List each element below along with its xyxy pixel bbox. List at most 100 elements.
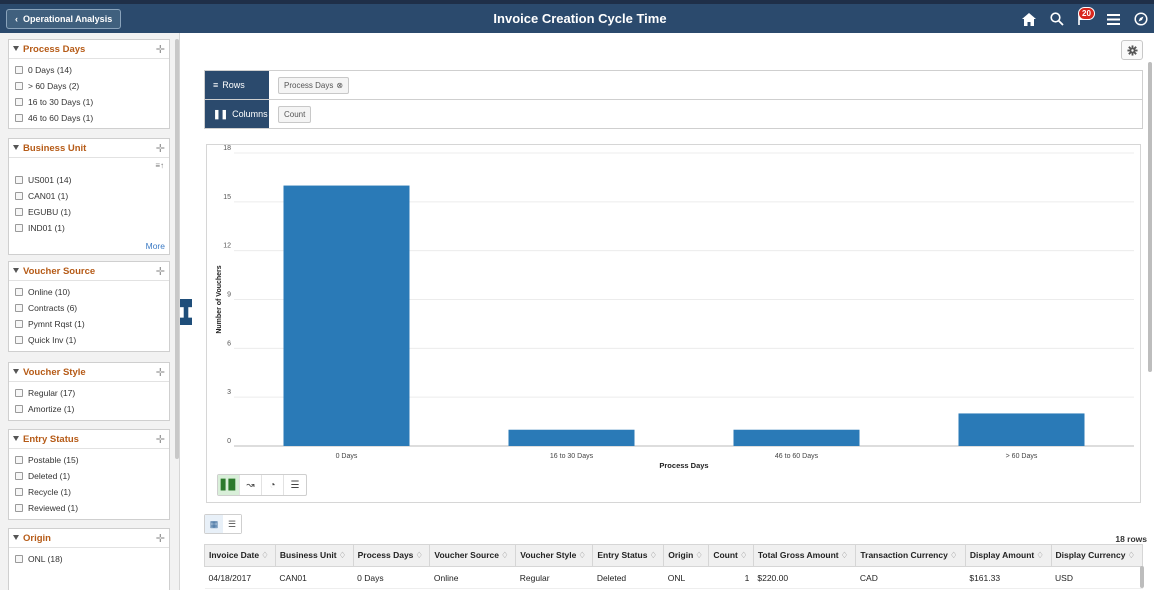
- checkbox[interactable]: [15, 98, 23, 106]
- sort-icon[interactable]: ≡↑: [155, 161, 164, 170]
- column-header[interactable]: Business Unit ♢: [274, 544, 354, 567]
- navbar-compass-icon[interactable]: [1130, 8, 1152, 30]
- sort-icon[interactable]: ♢: [501, 550, 509, 560]
- facet-header[interactable]: Voucher Style ✛: [9, 363, 169, 382]
- sort-icon[interactable]: ♢: [415, 550, 423, 560]
- move-icon[interactable]: ✛: [156, 433, 165, 446]
- search-icon[interactable]: [1046, 8, 1068, 30]
- list-view-icon[interactable]: ☰: [223, 515, 241, 533]
- rows-chip[interactable]: Process Days ⊗: [278, 77, 350, 94]
- columns-chip[interactable]: Count: [278, 106, 312, 123]
- checkbox[interactable]: [15, 176, 23, 184]
- settings-button[interactable]: [1121, 40, 1143, 60]
- column-header[interactable]: Voucher Style ♢: [515, 544, 594, 567]
- facet-option[interactable]: Contracts (6): [9, 300, 169, 316]
- sort-icon[interactable]: ♢: [695, 550, 703, 560]
- move-icon[interactable]: ✛: [156, 366, 165, 379]
- checkbox[interactable]: [15, 504, 23, 512]
- checkbox[interactable]: [15, 304, 23, 312]
- facet-header[interactable]: Voucher Source ✛: [9, 262, 169, 281]
- sort-icon[interactable]: ♢: [339, 550, 347, 560]
- facet-option[interactable]: Online (10): [9, 284, 169, 300]
- sort-icon[interactable]: ♢: [649, 550, 657, 560]
- checkbox[interactable]: [15, 555, 23, 563]
- checkbox[interactable]: [15, 336, 23, 344]
- move-icon[interactable]: ✛: [156, 265, 165, 278]
- checkbox[interactable]: [15, 389, 23, 397]
- checkbox[interactable]: [15, 208, 23, 216]
- bar-chart-icon[interactable]: ▋▉: [218, 475, 240, 495]
- sort-icon[interactable]: ♢: [1127, 550, 1135, 560]
- notifications-icon[interactable]: 20: [1074, 7, 1096, 30]
- pie-chart-icon[interactable]: ◔: [262, 475, 284, 495]
- checkbox[interactable]: [15, 472, 23, 480]
- column-header[interactable]: Display Amount ♢: [964, 544, 1052, 567]
- facet-option[interactable]: Regular (17): [9, 385, 169, 401]
- facet-option[interactable]: ONL (18): [9, 551, 169, 567]
- column-header[interactable]: Count ♢: [708, 544, 754, 567]
- checkbox[interactable]: [15, 66, 23, 74]
- chart-panel: 0 3 6 9 12 15 18 0 Days 16 to 30 Days 46 to 60 Da…: [206, 144, 1141, 503]
- sort-icon[interactable]: ♢: [578, 550, 586, 560]
- home-icon[interactable]: [1018, 8, 1040, 30]
- column-header[interactable]: Transaction Currency ♢: [855, 544, 966, 567]
- sidebar-scrollbar[interactable]: [175, 39, 179, 459]
- sort-icon[interactable]: ♢: [950, 550, 958, 560]
- checkbox[interactable]: [15, 192, 23, 200]
- grid-header-row: Invoice Date ♢ Business Unit ♢ Process Days ♢…: [204, 544, 1144, 567]
- sort-icon[interactable]: ♢: [740, 550, 748, 560]
- column-header[interactable]: Display Currency ♢: [1050, 544, 1144, 567]
- facet-header[interactable]: Process Days ✛: [9, 40, 169, 59]
- facet-option[interactable]: 16 to 30 Days (1): [9, 94, 169, 110]
- facet-option[interactable]: Quick Inv (1): [9, 332, 169, 348]
- collapse-sidebar-handle[interactable]: ❚❚: [178, 299, 194, 325]
- checkbox[interactable]: [15, 456, 23, 464]
- facet-header[interactable]: Origin ✛: [9, 529, 169, 548]
- move-icon[interactable]: ✛: [156, 532, 165, 545]
- checkbox[interactable]: [15, 114, 23, 122]
- sort-icon[interactable]: ♢: [1036, 550, 1044, 560]
- facet-option[interactable]: Recycle (1): [9, 484, 169, 500]
- grid-scrollbar[interactable]: [1140, 566, 1144, 588]
- facet-header[interactable]: Entry Status ✛: [9, 430, 169, 449]
- facet-option[interactable]: Deleted (1): [9, 468, 169, 484]
- facet-option[interactable]: IND01 (1): [9, 220, 169, 236]
- facet-option[interactable]: > 60 Days (2): [9, 78, 169, 94]
- sort-icon[interactable]: ♢: [261, 550, 269, 560]
- menu-icon[interactable]: [1102, 8, 1124, 30]
- facet-option[interactable]: CAN01 (1): [9, 188, 169, 204]
- facet-option[interactable]: 46 to 60 Days (1): [9, 110, 169, 126]
- checkbox[interactable]: [15, 320, 23, 328]
- page-scrollbar[interactable]: [1148, 62, 1152, 372]
- line-chart-icon[interactable]: ↝: [240, 475, 262, 495]
- move-icon[interactable]: ✛: [156, 142, 165, 155]
- facet-option[interactable]: 0 Days (14): [9, 62, 169, 78]
- facet-option[interactable]: Postable (15): [9, 452, 169, 468]
- facet-option[interactable]: Pymnt Rqst (1): [9, 316, 169, 332]
- column-header[interactable]: Origin ♢: [663, 544, 710, 567]
- sort-icon[interactable]: ♢: [841, 550, 849, 560]
- checkbox[interactable]: [15, 405, 23, 413]
- checkbox[interactable]: [15, 82, 23, 90]
- more-link[interactable]: More: [146, 241, 165, 251]
- checkbox[interactable]: [15, 224, 23, 232]
- checkbox[interactable]: [15, 288, 23, 296]
- collapse-caret-icon: [13, 268, 19, 273]
- grid-view-icon[interactable]: ▦: [205, 515, 223, 533]
- facet-option[interactable]: Reviewed (1): [9, 500, 169, 516]
- back-button[interactable]: ‹ Operational Analysis: [6, 9, 122, 29]
- facet-option[interactable]: Amortize (1): [9, 401, 169, 417]
- column-header[interactable]: Process Days ♢: [352, 544, 431, 567]
- facet-header[interactable]: Business Unit ✛: [9, 139, 169, 158]
- move-icon[interactable]: ✛: [156, 43, 165, 56]
- facet-option[interactable]: US001 (14): [9, 172, 169, 188]
- column-header[interactable]: Entry Status ♢: [592, 544, 665, 567]
- facet-option[interactable]: EGUBU (1): [9, 204, 169, 220]
- column-header[interactable]: Total Gross Amount ♢: [752, 544, 857, 567]
- horizontal-bar-icon[interactable]: ☰: [284, 475, 306, 495]
- column-header[interactable]: Voucher Source ♢: [429, 544, 517, 567]
- column-header[interactable]: Invoice Date ♢: [204, 544, 276, 567]
- table-row[interactable]: 04/18/2017 CAN01 0 Days Online Regular Delete…: [204, 566, 1143, 589]
- checkbox[interactable]: [15, 488, 23, 496]
- remove-icon[interactable]: ⊗: [336, 81, 343, 90]
